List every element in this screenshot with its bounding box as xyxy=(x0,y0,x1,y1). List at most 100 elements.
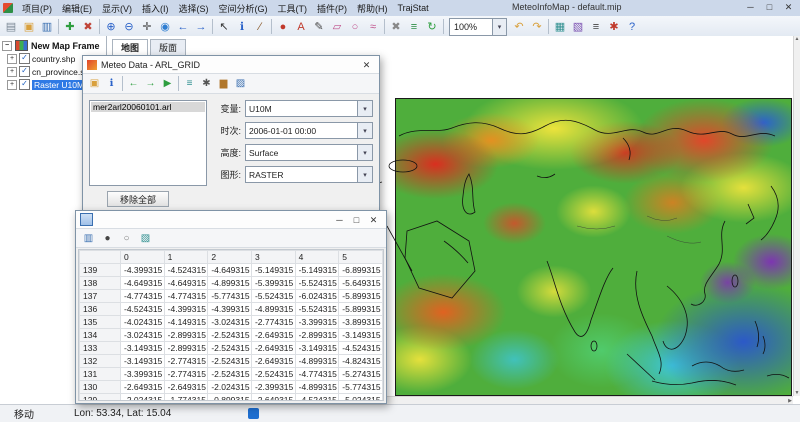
zoom-in-icon[interactable]: ⊕ xyxy=(102,18,120,36)
identify-icon[interactable]: ℹ xyxy=(233,18,251,36)
table-cell[interactable]: -5.524315 xyxy=(250,289,296,303)
data-file-list[interactable]: mer2arl20060101.arl xyxy=(89,100,207,186)
open-icon[interactable]: ▣ xyxy=(20,18,38,36)
table-cell[interactable]: -5.774315 xyxy=(207,289,252,303)
column-header[interactable]: 3 xyxy=(250,250,296,264)
table-cell[interactable]: -3.399315 xyxy=(120,367,165,381)
chevron-down-icon[interactable]: ▾ xyxy=(492,18,506,35)
minimize-icon[interactable]: ─ xyxy=(741,0,760,15)
table-cell[interactable]: -2.524315 xyxy=(207,354,252,368)
table-cell[interactable]: -2.649315 xyxy=(120,380,165,394)
measure-icon[interactable]: ∕ xyxy=(251,18,269,36)
table-cell[interactable]: -2.524315 xyxy=(207,328,252,342)
row-header[interactable]: 136 xyxy=(79,302,121,316)
expand-icon[interactable]: + xyxy=(7,53,17,64)
table-cell[interactable]: -4.149315 xyxy=(163,315,209,329)
animate-icon[interactable]: ▶ xyxy=(159,76,176,92)
row-header[interactable]: 133 xyxy=(79,341,121,355)
close-icon[interactable]: ✕ xyxy=(365,212,382,228)
table-cell[interactable]: -3.149315 xyxy=(120,354,165,368)
clear-graphics-icon[interactable]: ✖ xyxy=(387,18,405,36)
table-cell[interactable]: -2.774315 xyxy=(163,367,209,381)
column-header[interactable]: 2 xyxy=(207,250,252,264)
table-cell[interactable]: -2.524315 xyxy=(207,367,252,381)
vertical-scrollbar[interactable]: ▲ ▼ xyxy=(793,36,800,396)
column-header[interactable]: 4 xyxy=(294,250,340,264)
chevron-down-icon[interactable]: ▾ xyxy=(357,123,372,138)
table-cell[interactable]: -4.774315 xyxy=(120,289,165,303)
settings-icon[interactable]: ✱ xyxy=(605,18,623,36)
new-polygon-icon[interactable]: ▱ xyxy=(328,18,346,36)
zoom-previous-icon[interactable]: ← xyxy=(174,18,192,36)
new-point-icon[interactable]: ● xyxy=(274,18,292,36)
menu-edit[interactable]: 编辑(E) xyxy=(57,2,97,15)
table-cell[interactable]: -2.649315 xyxy=(250,354,296,368)
script-icon[interactable]: ≡ xyxy=(587,18,605,36)
table-cell[interactable]: -4.824315 xyxy=(338,354,383,368)
column-header[interactable] xyxy=(79,250,121,264)
table-cell[interactable]: -5.149315 xyxy=(294,263,340,277)
table-cell[interactable]: -4.399315 xyxy=(163,302,209,316)
table-cell[interactable]: -2.524315 xyxy=(250,367,296,381)
save-data-icon[interactable]: ▥ xyxy=(80,230,97,246)
add-layer-icon[interactable]: ✚ xyxy=(61,18,79,36)
refresh-icon[interactable]: ↻ xyxy=(423,18,441,36)
row-header[interactable]: 137 xyxy=(79,289,121,303)
table-cell[interactable]: -3.024315 xyxy=(120,328,165,342)
table-cell[interactable]: -4.649315 xyxy=(120,276,165,290)
layers-icon[interactable]: ≡ xyxy=(405,18,423,36)
row-header[interactable]: 134 xyxy=(79,328,121,342)
collapse-icon[interactable]: − xyxy=(2,40,12,51)
save-icon[interactable]: ▥ xyxy=(38,18,56,36)
zoom-out-icon[interactable]: ⊖ xyxy=(120,18,138,36)
table-cell[interactable]: -4.899315 xyxy=(250,302,296,316)
map-layer-icon[interactable]: ▨ xyxy=(232,76,249,92)
table-cell[interactable]: -5.649315 xyxy=(338,276,383,290)
expand-icon[interactable]: + xyxy=(7,79,17,90)
zoom-next-icon[interactable]: → xyxy=(192,18,210,36)
maximize-icon[interactable]: □ xyxy=(760,0,779,15)
row-header[interactable]: 132 xyxy=(79,354,121,368)
table-cell[interactable]: -2.899315 xyxy=(163,328,209,342)
table-cell[interactable]: -4.899315 xyxy=(294,380,340,394)
table-cell[interactable]: -2.524315 xyxy=(207,341,252,355)
new-label-icon[interactable]: A xyxy=(292,18,310,36)
table-cell[interactable]: -3.399315 xyxy=(294,315,340,329)
table-cell[interactable]: -1.774315 xyxy=(163,393,209,400)
table-cell[interactable]: -5.899315 xyxy=(338,302,383,316)
table-cell[interactable]: -6.899315 xyxy=(338,263,383,277)
help-icon[interactable]: ? xyxy=(623,18,641,36)
menu-view[interactable]: 显示(V) xyxy=(97,2,137,15)
menu-insert[interactable]: 插入(I) xyxy=(137,2,174,15)
row-header[interactable]: 131 xyxy=(79,367,121,381)
table-cell[interactable]: -3.024315 xyxy=(207,315,252,329)
table-cell[interactable]: -2.649315 xyxy=(250,393,296,400)
data-file-item[interactable]: mer2arl20060101.arl xyxy=(91,102,205,112)
remove-layer-icon[interactable]: ✖ xyxy=(79,18,97,36)
table-cell[interactable]: -0.899315 xyxy=(207,393,252,400)
table-cell[interactable]: -4.024315 xyxy=(120,315,165,329)
table-cell[interactable]: -4.774315 xyxy=(163,289,209,303)
data-info-icon[interactable]: ℹ xyxy=(103,76,120,92)
table-cell[interactable]: -3.149315 xyxy=(294,341,340,355)
minimize-icon[interactable]: ─ xyxy=(331,212,348,228)
table-cell[interactable]: -2.899315 xyxy=(163,341,209,355)
chevron-down-icon[interactable]: ▾ xyxy=(357,167,372,182)
close-icon[interactable]: ✕ xyxy=(779,0,798,15)
table-cell[interactable]: -5.899315 xyxy=(338,289,383,303)
column-header[interactable]: 1 xyxy=(163,250,209,264)
column-header[interactable]: 0 xyxy=(120,250,165,264)
row-header[interactable]: 139 xyxy=(79,263,121,277)
table-cell[interactable]: -5.524315 xyxy=(294,276,340,290)
undo-icon[interactable]: ↶ xyxy=(510,18,528,36)
remove-all-button[interactable]: 移除全部 xyxy=(107,191,169,207)
grid-dialog-titlebar[interactable]: ─ □ ✕ xyxy=(76,211,386,229)
table-cell[interactable]: -5.149315 xyxy=(250,263,296,277)
table-cell[interactable]: -2.899315 xyxy=(294,328,340,342)
close-icon[interactable]: ✕ xyxy=(358,57,375,73)
table-cell[interactable]: -5.399315 xyxy=(250,276,296,290)
row-header[interactable]: 138 xyxy=(79,276,121,290)
menu-spatial-analysis[interactable]: 空间分析(G) xyxy=(214,2,273,15)
table-cell[interactable]: -5.774315 xyxy=(338,380,383,394)
draw-settings-icon[interactable]: ✱ xyxy=(198,76,215,92)
